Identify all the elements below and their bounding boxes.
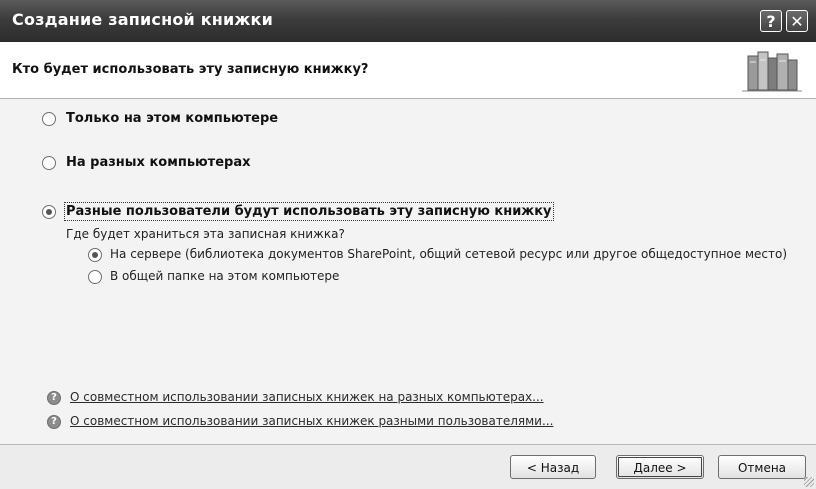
books-icon (742, 51, 802, 92)
dialog-footer: < Назад Далее > Отмена (0, 444, 816, 489)
help-icon: ? (47, 415, 61, 429)
help-link-multiple-users[interactable]: О совместном использовании записных книж… (70, 414, 553, 428)
back-button[interactable]: < Назад (510, 455, 596, 479)
option-shared-folder-label[interactable]: В общей папке на этом компьютере (110, 269, 339, 283)
radio-shared-folder[interactable] (88, 270, 102, 284)
help-button[interactable]: ? (760, 10, 782, 32)
cancel-button[interactable]: Отмена (718, 455, 806, 479)
next-button[interactable]: Далее > (616, 455, 704, 479)
storage-question: Где будет храниться эта записная книжка? (66, 227, 345, 241)
option-this-computer-label[interactable]: Только на этом компьютере (66, 111, 278, 126)
new-notebook-dialog: Создание записной книжки ? ✕ Кто будет и… (0, 0, 816, 489)
radio-multiple-users[interactable] (42, 205, 56, 219)
close-button[interactable]: ✕ (786, 10, 808, 32)
dialog-title: Создание записной книжки (12, 10, 274, 29)
radio-this-computer[interactable] (42, 112, 56, 126)
radio-different-computers[interactable] (42, 156, 56, 170)
dialog-content: Только на этом компьютере На разных комп… (0, 99, 816, 444)
help-icon: ? (47, 391, 61, 405)
title-bar[interactable]: Создание записной книжки ? ✕ (0, 0, 816, 42)
option-multiple-users-label[interactable]: Разные пользователи будут использовать э… (64, 202, 554, 221)
option-different-computers-label[interactable]: На разных компьютерах (66, 155, 251, 170)
radio-server[interactable] (88, 248, 102, 262)
resize-grip-icon[interactable] (804, 477, 814, 487)
help-link-different-computers[interactable]: О совместном использовании записных книж… (70, 390, 544, 404)
header-question: Кто будет использовать эту записную книж… (12, 62, 369, 77)
dialog-header: Кто будет использовать эту записную книж… (0, 42, 816, 99)
option-server-label[interactable]: На сервере (библиотека документов ShareP… (110, 247, 787, 261)
